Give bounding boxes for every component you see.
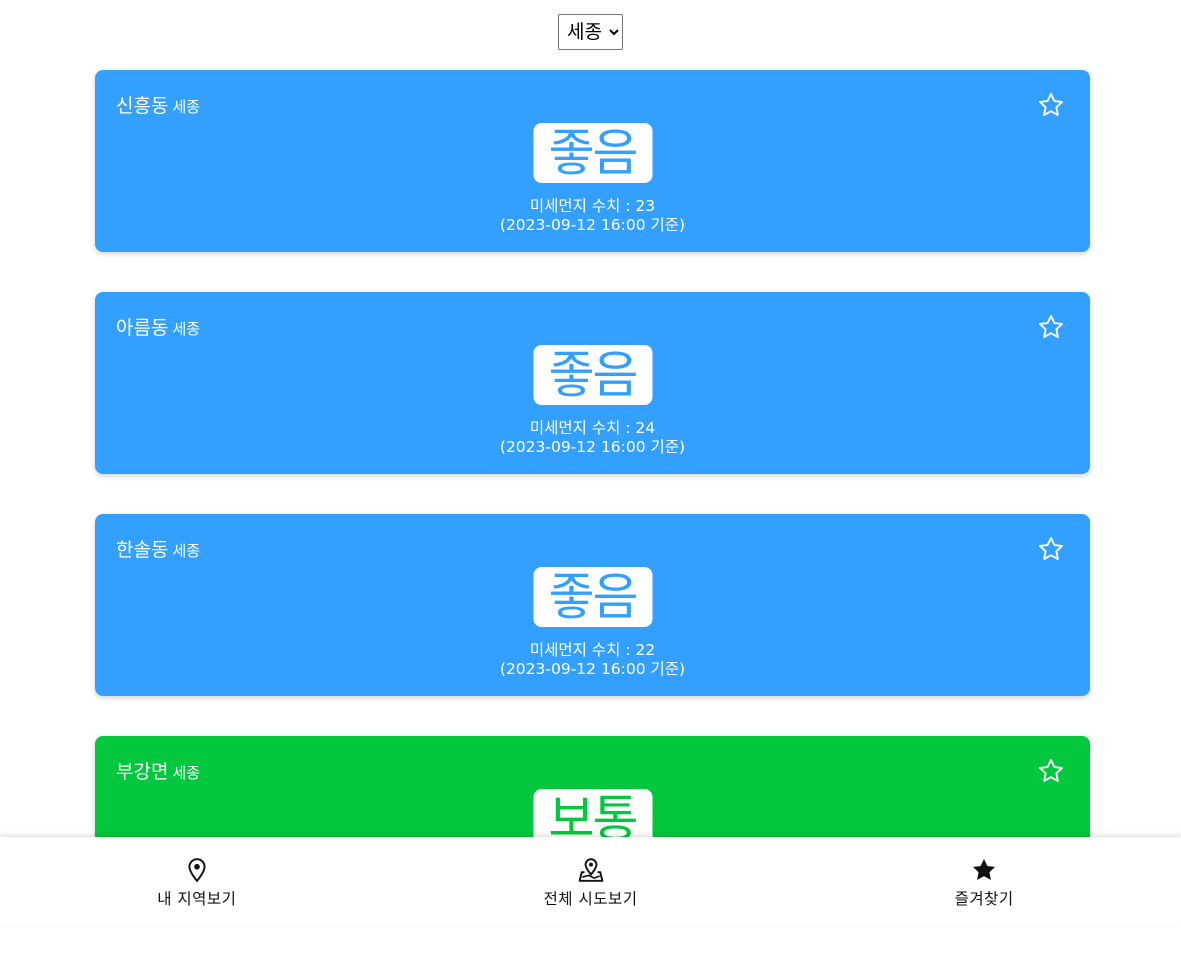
- grade-badge: 좋음: [533, 345, 652, 405]
- nav-favorites[interactable]: 즐겨찾기: [787, 837, 1181, 926]
- sido-name: 세종: [172, 98, 201, 116]
- nav-my-region[interactable]: 내 지역보기: [0, 837, 394, 926]
- station-title: 부강면 세종: [116, 757, 200, 784]
- station-card: 신흥동 세종 좋음 미세먼지 수치 : 23 (2023-09-12 16:00 …: [95, 70, 1090, 252]
- star-filled-icon: [973, 858, 996, 880]
- map-location-icon: [578, 858, 603, 882]
- measure-time: (2023-09-12 16:00 기준): [499, 660, 686, 678]
- measure-time: (2023-09-12 16:00 기준): [499, 216, 686, 234]
- station-card: 한솔동 세종 좋음 미세먼지 수치 : 22 (2023-09-12 16:00 …: [95, 514, 1090, 696]
- sido-name: 세종: [172, 542, 201, 560]
- region-select[interactable]: 세종: [558, 14, 623, 50]
- station-name: 한솔동: [116, 539, 169, 561]
- nav-label: 전체 시도보기: [543, 890, 638, 908]
- station-card: 아름동 세종 좋음 미세먼지 수치 : 24 (2023-09-12 16:00 …: [95, 292, 1090, 474]
- grade-badge: 좋음: [533, 123, 652, 183]
- favorite-star-icon[interactable]: [1037, 91, 1065, 119]
- map-pin-icon: [188, 858, 206, 883]
- station-name: 부강면: [116, 761, 169, 783]
- station-title: 아름동 세종: [116, 313, 200, 340]
- grade-badge: 좋음: [533, 567, 652, 627]
- measure-time: (2023-09-12 16:00 기준): [499, 438, 686, 456]
- bottom-nav: 내 지역보기 전체 시도보기 즐겨찾기: [0, 837, 1181, 926]
- sido-name: 세종: [172, 764, 201, 782]
- favorite-star-icon[interactable]: [1037, 757, 1065, 785]
- nav-all-sido[interactable]: 전체 시도보기: [394, 837, 788, 926]
- station-name: 신흥동: [116, 95, 169, 117]
- nav-label: 내 지역보기: [157, 890, 237, 908]
- station-title: 신흥동 세종: [116, 91, 200, 118]
- station-title: 한솔동 세종: [116, 535, 200, 562]
- station-card-list: 신흥동 세종 좋음 미세먼지 수치 : 23 (2023-09-12 16:00 …: [95, 70, 1090, 958]
- region-select-container: 세종: [0, 14, 1181, 50]
- sido-name: 세종: [172, 320, 201, 338]
- nav-label: 즐겨찾기: [954, 890, 1014, 908]
- favorite-star-icon[interactable]: [1037, 535, 1065, 563]
- station-name: 아름동: [116, 317, 169, 339]
- favorite-star-icon[interactable]: [1037, 313, 1065, 341]
